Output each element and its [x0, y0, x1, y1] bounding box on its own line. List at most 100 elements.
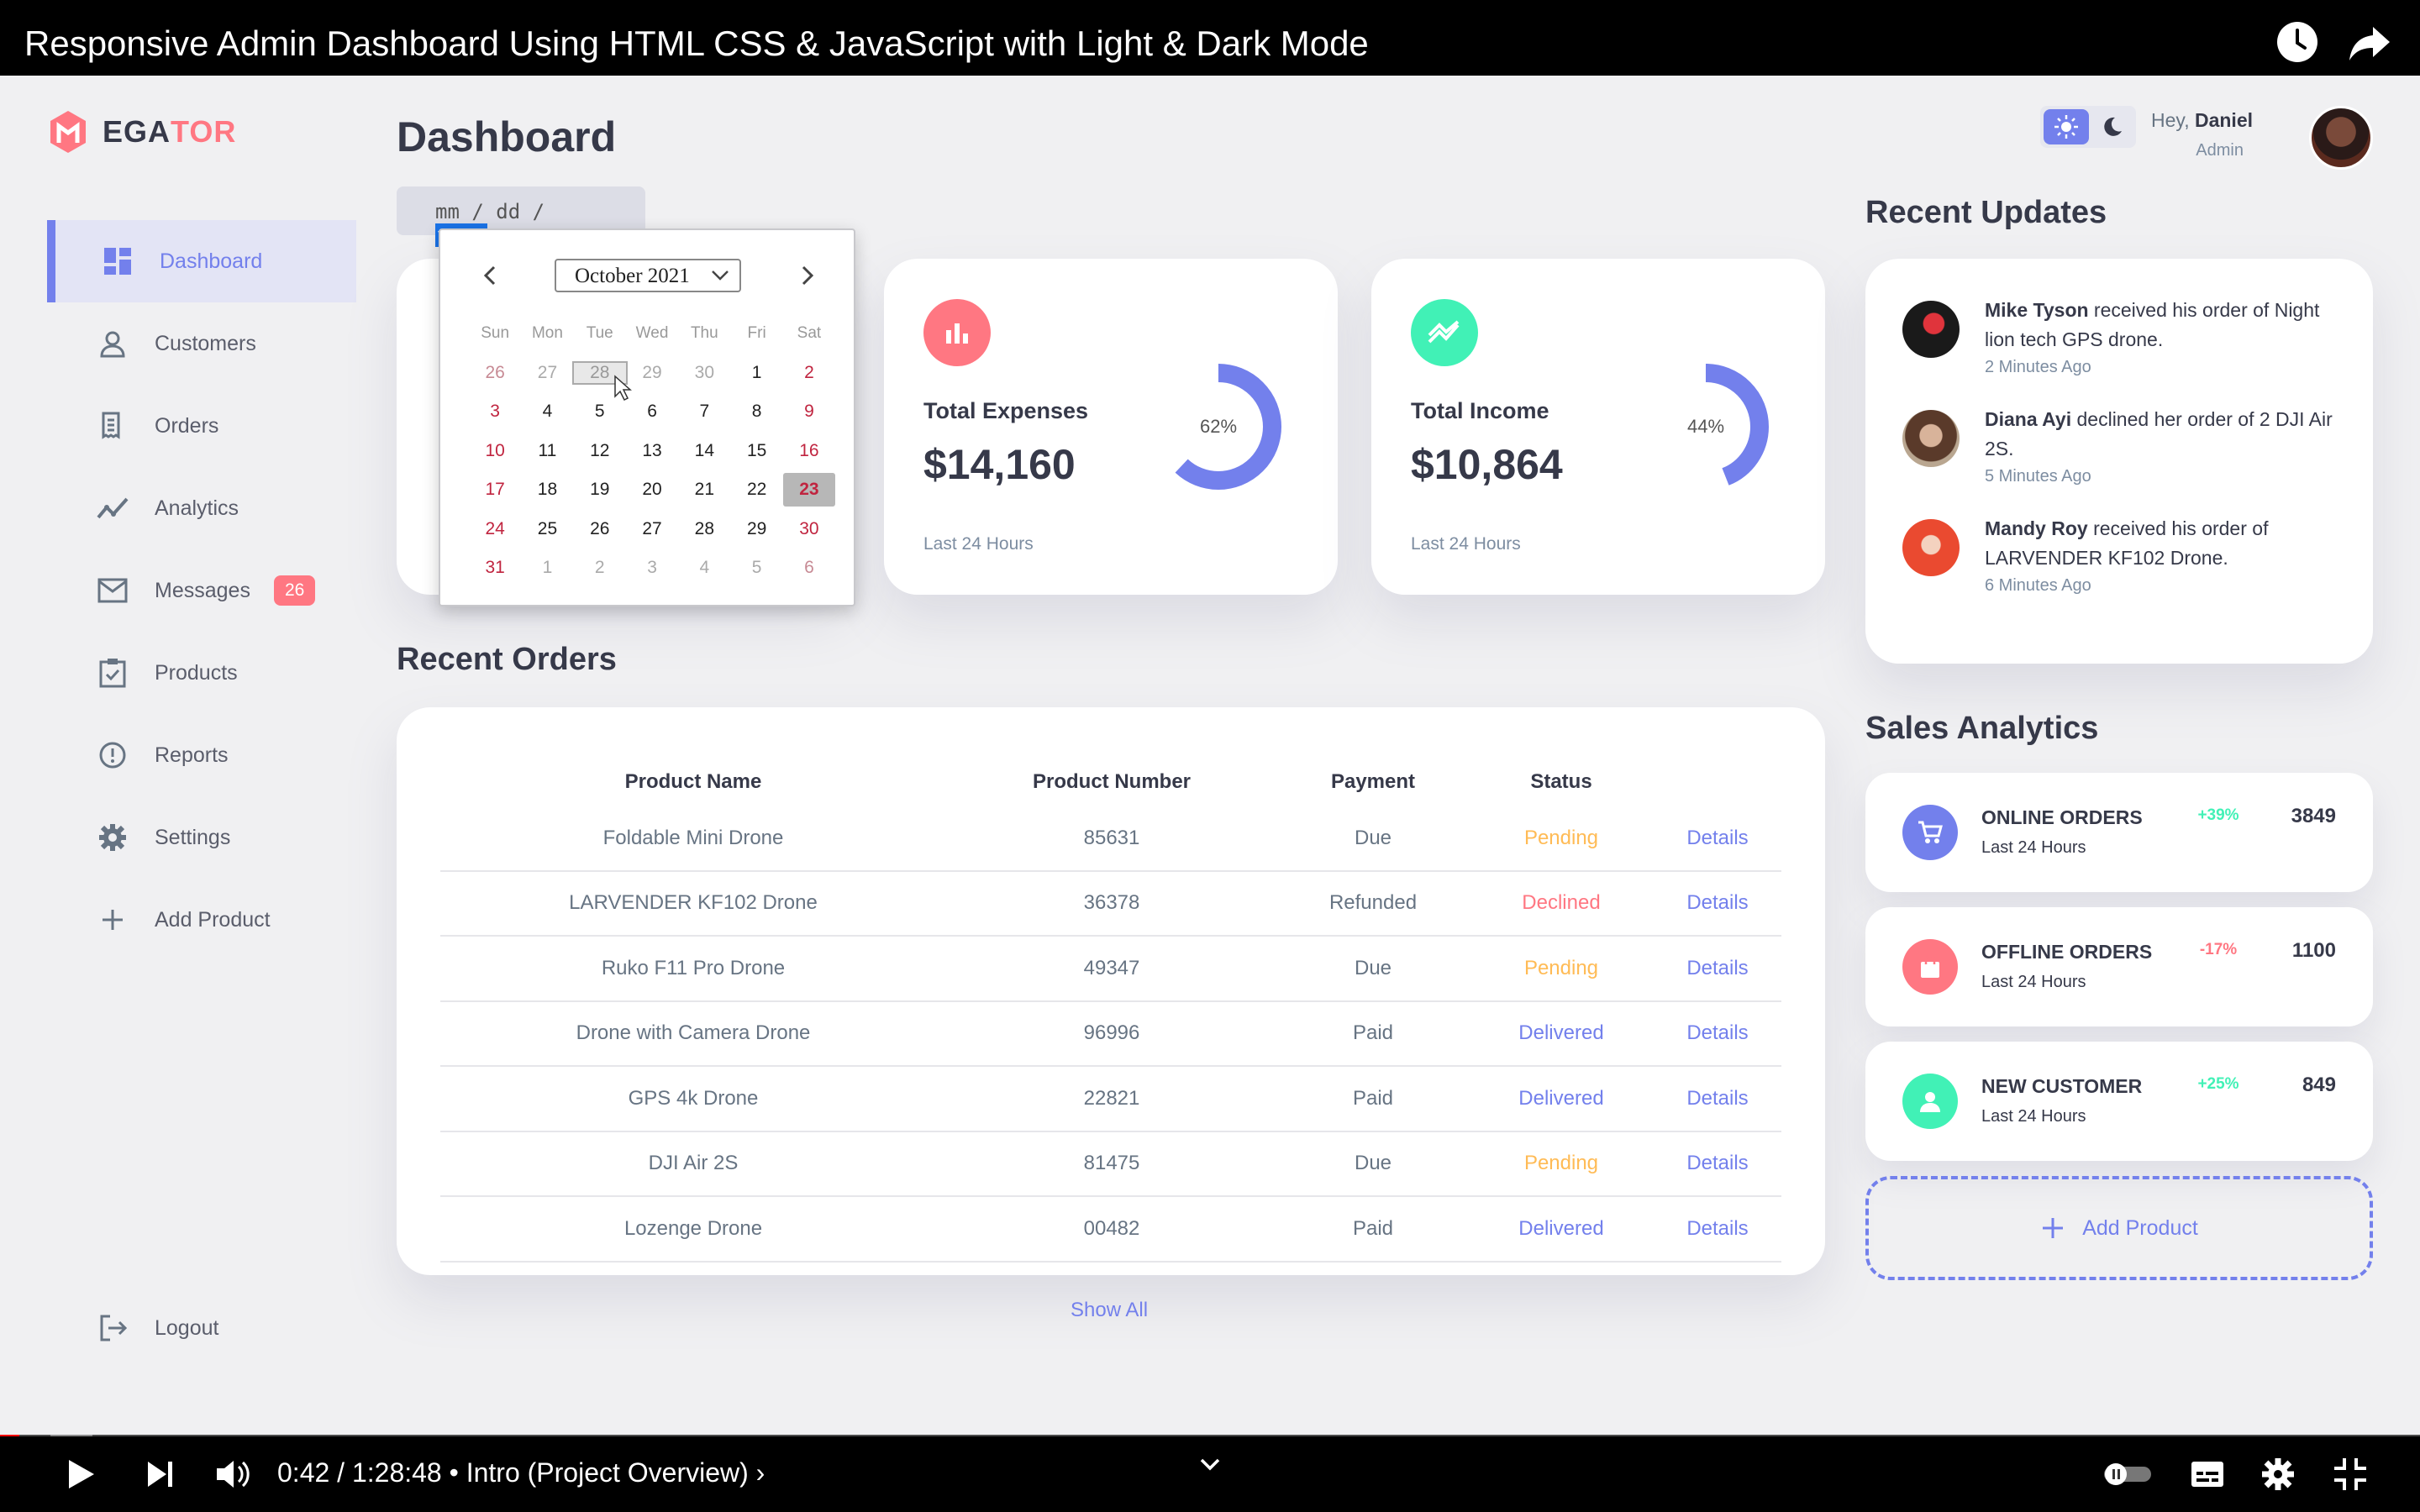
chapter-title[interactable]: • Intro (Project Overview) ›	[450, 1457, 765, 1488]
calendar-day[interactable]: 5	[574, 402, 626, 422]
recent-updates-title: Recent Updates	[1865, 195, 2107, 230]
calendar-day[interactable]: 5	[730, 558, 782, 578]
calendar-day[interactable]: 18	[521, 480, 573, 500]
sidebar-logout[interactable]: Logout	[47, 1287, 356, 1369]
calendar-day[interactable]: 3	[469, 402, 521, 422]
exit-fullscreen-icon[interactable]	[2329, 1453, 2371, 1495]
calendar-day[interactable]: 29	[730, 519, 782, 539]
chevron-right-icon[interactable]	[792, 260, 822, 291]
calendar-day[interactable]: 25	[521, 519, 573, 539]
calendar-day[interactable]: 11	[521, 441, 573, 461]
clock-icon[interactable]	[2274, 18, 2321, 66]
calendar-day[interactable]: 2	[574, 558, 626, 578]
sidebar-item-messages[interactable]: Messages 26	[47, 549, 356, 632]
calendar-day[interactable]: 2	[783, 363, 835, 383]
sun-icon[interactable]	[2044, 109, 2089, 144]
progress-percent: 62%	[1199, 416, 1238, 437]
alert-icon	[96, 738, 129, 772]
calendar-day[interactable]: 24	[469, 519, 521, 539]
chevron-left-icon[interactable]	[476, 260, 506, 291]
details-link[interactable]: Details	[1654, 1217, 1781, 1241]
sales-item-change: -17%	[2199, 941, 2238, 958]
calendar-day[interactable]: 15	[730, 441, 782, 461]
sidebar-item-settings[interactable]: Settings	[47, 796, 356, 879]
calendar-day[interactable]: 19	[574, 480, 626, 500]
details-link[interactable]: Details	[1654, 957, 1781, 980]
details-link[interactable]: Details	[1654, 827, 1781, 850]
calendar-day[interactable]: 4	[521, 402, 573, 422]
next-icon[interactable]	[139, 1453, 182, 1495]
show-all-link[interactable]: Show All	[1071, 1299, 1148, 1322]
avatar[interactable]	[2309, 106, 2373, 170]
calendar-day[interactable]: 29	[626, 363, 678, 383]
chart-line-icon	[96, 491, 129, 525]
gear-icon	[96, 821, 129, 854]
calendar-day[interactable]: 16	[783, 441, 835, 461]
sidebar-item-products[interactable]: Products	[47, 632, 356, 714]
clipboard-icon	[96, 656, 129, 690]
calendar-day[interactable]: 27	[521, 363, 573, 383]
share-icon[interactable]	[2346, 18, 2393, 66]
sidebar-item-analytics[interactable]: Analytics	[47, 467, 356, 549]
logout-button[interactable]: Logout	[47, 1287, 356, 1369]
payment-cell: Paid	[1352, 1021, 1394, 1045]
calendar-day[interactable]: 12	[574, 441, 626, 461]
progress-percent: 44%	[1686, 416, 1725, 437]
messages-count-badge: 26	[273, 575, 316, 606]
settings-gear-icon[interactable]	[2257, 1453, 2299, 1495]
calendar-day[interactable]: 14	[678, 441, 730, 461]
calendar-day[interactable]: 30	[678, 363, 730, 383]
calendar-day[interactable]: 23	[782, 473, 836, 507]
column-header: Product Number	[1032, 770, 1191, 793]
calendar-day[interactable]: 31	[469, 558, 521, 578]
calendar-day[interactable]: 20	[626, 480, 678, 500]
calendar-day[interactable]: 9	[783, 402, 835, 422]
moon-icon[interactable]	[2092, 109, 2133, 144]
recent-updates-card: Mike Tyson received his order of Night l…	[1865, 259, 2373, 664]
calendar-day[interactable]: 6	[626, 402, 678, 422]
calendar-day[interactable]: 13	[626, 441, 678, 461]
product-name-cell: Lozenge Drone	[623, 1216, 763, 1240]
column-header: Status	[1530, 770, 1592, 793]
mouse-cursor-icon	[614, 375, 632, 402]
details-link[interactable]: Details	[1654, 1087, 1781, 1110]
sidebar-item-label: Analytics	[155, 496, 239, 520]
update-text: Diana Ayi declined her order of 2 DJI Ai…	[1985, 408, 2333, 459]
calendar-day[interactable]: 3	[626, 558, 678, 578]
calendar-day[interactable]: 10	[469, 441, 521, 461]
chevron-down-icon[interactable]	[1192, 1446, 1228, 1483]
update-text: Mandy Roy received his order of LARVENDE…	[1985, 517, 2269, 569]
details-link[interactable]: Details	[1654, 1021, 1781, 1045]
calendar-day[interactable]: 21	[678, 480, 730, 500]
calendar-day[interactable]: 4	[678, 558, 730, 578]
calendar-day[interactable]: 8	[730, 402, 782, 422]
plus-icon	[96, 903, 129, 937]
sidebar-item-orders[interactable]: Orders	[47, 385, 356, 467]
calendar-day[interactable]: 22	[730, 480, 782, 500]
add-product-button[interactable]: Add Product	[1865, 1176, 2373, 1280]
calendar-day[interactable]: 27	[626, 519, 678, 539]
calendar-day[interactable]: 1	[521, 558, 573, 578]
calendar-day[interactable]: 7	[678, 402, 730, 422]
calendar-day[interactable]: 26	[469, 363, 521, 383]
details-link[interactable]: Details	[1654, 1152, 1781, 1175]
calendar-day[interactable]: 1	[730, 363, 782, 383]
sidebar-item-dashboard[interactable]: Dashboard	[47, 220, 356, 302]
payment-cell: Paid	[1352, 1086, 1394, 1110]
autoplay-toggle-icon[interactable]	[2101, 1453, 2154, 1495]
calendar-day[interactable]: 28	[678, 519, 730, 539]
details-link[interactable]: Details	[1654, 891, 1781, 915]
sidebar-item-customers[interactable]: Customers	[47, 302, 356, 385]
sidebar-item-reports[interactable]: Reports	[47, 714, 356, 796]
calendar-day[interactable]: 17	[469, 480, 521, 500]
calendar-day[interactable]: 26	[574, 519, 626, 539]
product-number-cell: 36378	[1083, 891, 1140, 915]
sidebar-item-add-product[interactable]: Add Product	[47, 879, 356, 961]
calendar-day[interactable]: 30	[783, 519, 835, 539]
play-icon[interactable]	[59, 1453, 101, 1495]
weekday-label: Sat	[797, 324, 822, 343]
subtitles-icon[interactable]	[2186, 1453, 2228, 1495]
month-select[interactable]: October 2021	[555, 259, 741, 292]
volume-icon[interactable]	[212, 1453, 254, 1495]
calendar-day[interactable]: 6	[783, 558, 835, 578]
